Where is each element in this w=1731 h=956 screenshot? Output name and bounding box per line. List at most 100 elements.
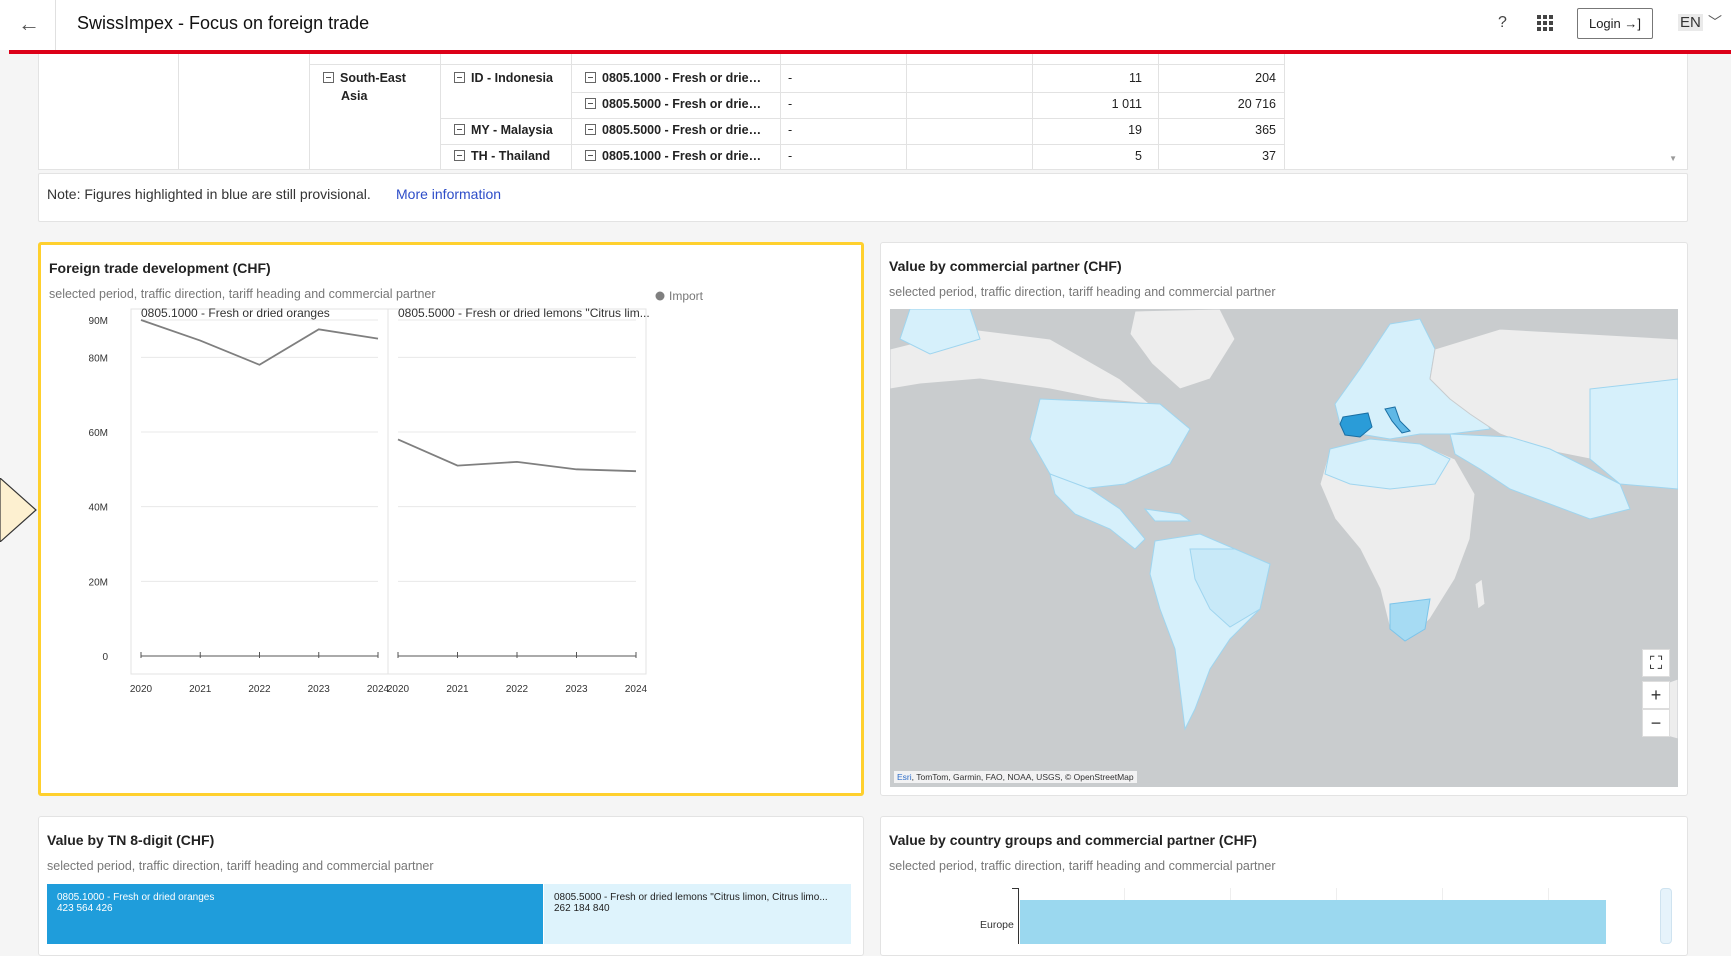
table-cell-qty: 19 (1128, 123, 1142, 137)
zoom-out-button[interactable]: − (1642, 709, 1670, 737)
region-label: South-East (340, 71, 406, 85)
collapse-icon[interactable] (454, 124, 465, 135)
tariff-label: 0805.5000 - Fresh or drie… (602, 97, 762, 111)
x-tick-label: 2021 (446, 684, 469, 695)
panel-title: 0805.5000 - Fresh or dried lemons "Citru… (398, 306, 650, 320)
card-title: Value by commercial partner (CHF) (889, 258, 1122, 274)
table-cell-value: 20 716 (1237, 97, 1276, 111)
map-graphic (890, 309, 1678, 740)
x-tick-label: 2020 (387, 684, 410, 695)
chevron-down-icon[interactable]: ﹀ (1708, 12, 1722, 32)
language-selector[interactable]: EN (1678, 14, 1703, 31)
trade-line-chart: 0 20M 40M 60M 80M 90M 0805.1000 - Fresh or dri… (89, 289, 704, 695)
card-subtitle: selected period, traffic direction, tari… (47, 859, 434, 873)
collapse-icon[interactable] (585, 150, 596, 161)
table-country-cell[interactable]: TH - Thailand (454, 149, 550, 163)
tariff-label: 0805.5000 - Fresh or drie… (602, 123, 762, 137)
country-label: ID - Indonesia (471, 71, 553, 85)
card-subtitle: selected period, traffic direction, tari… (889, 859, 1276, 873)
table-cell-qty: 11 (1129, 71, 1142, 85)
vertical-scrollbar[interactable] (1660, 888, 1672, 944)
x-tick-label: 2023 (565, 684, 588, 695)
bar-axis (1018, 888, 1019, 944)
table-tariff-cell[interactable]: 0805.1000 - Fresh or drie… (585, 71, 761, 85)
bar-europe[interactable] (1020, 900, 1606, 944)
tile-label: 0805.5000 - Fresh or dried lemons "Citru… (554, 892, 828, 903)
login-button[interactable]: Login →] (1577, 8, 1653, 39)
table-country-cell[interactable]: ID - Indonesia (454, 71, 553, 85)
x-tick-label: 2022 (506, 684, 529, 695)
provisional-note: Note: Figures highlighted in blue are st… (38, 173, 1688, 222)
help-icon[interactable]: ? (1498, 14, 1507, 32)
card-title: Value by TN 8-digit (CHF) (47, 832, 215, 848)
legend-marker (655, 291, 665, 301)
table-cell: - (788, 123, 793, 137)
y-tick-label: 0 (102, 652, 108, 663)
card-title: Value by country groups and commercial p… (889, 832, 1257, 848)
world-map[interactable]: ⛶ + − Esri, TomTom, Garmin, FAO, NOAA, U… (890, 309, 1678, 787)
table-cell-value: 365 (1255, 123, 1276, 137)
collapse-icon[interactable] (585, 98, 596, 109)
card-subtitle: selected period, traffic direction, tari… (889, 285, 1276, 299)
x-tick-label: 2021 (189, 684, 212, 695)
collapse-icon[interactable] (323, 72, 334, 83)
x-tick-label: 2022 (248, 684, 271, 695)
header-divider (55, 0, 56, 50)
tariff-label: 0805.1000 - Fresh or drie… (602, 149, 762, 163)
treemap-tile[interactable]: 0805.5000 - Fresh or dried lemons "Citru… (544, 884, 851, 944)
esri-link[interactable]: Esri (897, 772, 912, 782)
series-line-import (397, 438, 637, 473)
arrow-left-icon[interactable]: ← (14, 10, 44, 40)
country-label: TH - Thailand (471, 149, 551, 163)
x-tick-label: 2024 (625, 684, 648, 695)
table-cell: - (788, 149, 793, 163)
table-region-cell-line2: Asia (341, 89, 368, 103)
table-tariff-cell[interactable]: 0805.1000 - Fresh or drie… (585, 149, 761, 163)
y-tick-label: 90M (89, 316, 108, 327)
tile-value: 262 184 840 (554, 903, 610, 914)
table-cell: - (788, 97, 793, 111)
y-tick-label: 40M (89, 503, 108, 514)
login-label: Login (1588, 16, 1621, 31)
collapse-icon[interactable] (454, 72, 465, 83)
attribution-text: , TomTom, Garmin, FAO, NOAA, USGS, © Ope… (911, 772, 1134, 782)
treemap-tile[interactable]: 0805.1000 - Fresh or dried oranges 423 5… (47, 884, 543, 944)
axis-tick (1012, 888, 1018, 889)
table-cell-qty: 5 (1135, 149, 1142, 163)
tariff-label: 0805.1000 - Fresh or drie… (602, 71, 762, 85)
app-title: SwissImpex - Focus on foreign trade (77, 13, 370, 33)
fullscreen-icon[interactable]: ⛶ (1642, 649, 1670, 677)
collapse-icon[interactable] (585, 124, 596, 135)
table-tariff-cell[interactable]: 0805.5000 - Fresh or drie… (585, 123, 761, 137)
map-attribution: Esri, TomTom, Garmin, FAO, NOAA, USGS, ©… (894, 771, 1137, 783)
bar-category-label: Europe (980, 919, 1014, 931)
callout-arrow-icon (0, 478, 37, 542)
login-icon: →] (1624, 16, 1642, 31)
tile-value: 423 564 426 (57, 903, 113, 914)
table-region-cell[interactable]: South-East (323, 71, 406, 85)
x-tick-label: 2023 (308, 684, 331, 695)
x-tick-label: 2020 (130, 684, 153, 695)
table-cell-value: 204 (1255, 71, 1276, 85)
table-cell-qty: 1 011 (1111, 97, 1142, 111)
note-text: Note: Figures highlighted in blue are st… (47, 186, 371, 202)
legend-label: Import (669, 289, 704, 303)
panel-title: 0805.1000 - Fresh or dried oranges (141, 306, 330, 320)
tile-label: 0805.1000 - Fresh or dried oranges (57, 892, 215, 903)
more-information-link[interactable]: More information (396, 186, 501, 202)
zoom-in-button[interactable]: + (1642, 681, 1670, 709)
y-tick-label: 80M (89, 353, 108, 364)
table-country-cell[interactable]: MY - Malaysia (454, 123, 553, 137)
app-header: ← SwissImpex - Focus on foreign trade ? … (0, 0, 1731, 54)
scroll-down-icon[interactable]: ▼ (1669, 154, 1677, 163)
apps-grid-icon[interactable] (1537, 15, 1553, 31)
data-table: South-East Asia ID - Indonesia MY - Mala… (38, 54, 1688, 170)
table-cell-value: 37 (1262, 149, 1276, 163)
y-tick-label: 20M (89, 577, 108, 588)
table-tariff-cell[interactable]: 0805.5000 - Fresh or drie… (585, 97, 761, 111)
country-label: MY - Malaysia (471, 123, 553, 137)
table-cell: - (788, 71, 793, 85)
y-tick-label: 60M (89, 428, 108, 439)
collapse-icon[interactable] (454, 150, 465, 161)
collapse-icon[interactable] (585, 72, 596, 83)
